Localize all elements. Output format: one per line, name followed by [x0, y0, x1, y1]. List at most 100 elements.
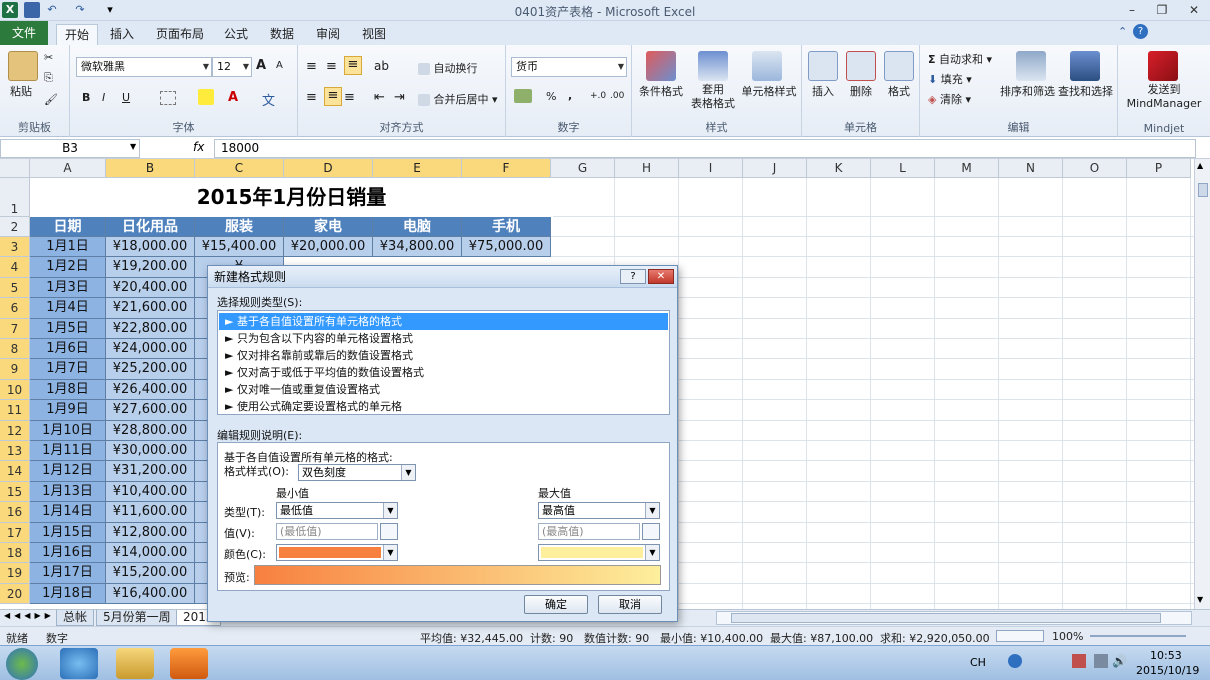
- close-button[interactable]: ✕: [1180, 0, 1208, 20]
- delete-cells-icon[interactable]: [846, 51, 876, 81]
- date-cell[interactable]: 1月11日: [30, 441, 106, 462]
- min-value-input[interactable]: (最低值): [276, 523, 378, 540]
- tab-insert[interactable]: 插入: [102, 24, 142, 45]
- column-header-e[interactable]: E: [373, 159, 462, 178]
- column-title-cell[interactable]: 日期: [30, 217, 106, 237]
- autosum-button[interactable]: Σ 自动求和 ▾: [928, 51, 992, 67]
- value-cell[interactable]: ¥24,000.00: [106, 339, 195, 360]
- row-header[interactable]: 10: [0, 379, 30, 401]
- row-header[interactable]: 15: [0, 481, 30, 503]
- align-right-icon[interactable]: ≡: [344, 90, 355, 105]
- grow-font-button[interactable]: A: [256, 58, 266, 73]
- column-header-g[interactable]: G: [551, 159, 615, 178]
- row-header[interactable]: 4: [0, 257, 30, 278]
- column-title-cell[interactable]: 服装: [195, 217, 284, 237]
- range-select-icon[interactable]: [380, 523, 398, 540]
- date-cell[interactable]: 1月9日: [30, 400, 106, 421]
- value-cell[interactable]: ¥11,600.00: [106, 502, 195, 523]
- date-cell[interactable]: 1月6日: [30, 339, 106, 360]
- date-cell[interactable]: 1月1日: [30, 237, 106, 258]
- column-header-d[interactable]: D: [284, 159, 373, 178]
- max-color-picker[interactable]: ▼: [538, 544, 660, 561]
- vertical-scrollbar[interactable]: ▲ ▼: [1194, 159, 1210, 609]
- column-header-i[interactable]: I: [679, 159, 743, 178]
- column-title-cell[interactable]: 日化用品: [106, 217, 195, 237]
- column-title-cell[interactable]: 手机: [462, 217, 551, 237]
- paste-icon[interactable]: [8, 51, 38, 81]
- mindmanager-icon[interactable]: [1148, 51, 1178, 81]
- tab-file[interactable]: 文件: [0, 21, 48, 45]
- rule-type-item[interactable]: ► 使用公式确定要设置格式的单元格: [219, 398, 668, 415]
- row-header[interactable]: 5: [0, 277, 30, 299]
- underline-button[interactable]: U: [122, 91, 130, 104]
- date-cell[interactable]: 1月5日: [30, 318, 106, 339]
- flag-tray-icon[interactable]: [1072, 654, 1086, 668]
- date-cell[interactable]: 1月2日: [30, 257, 106, 278]
- sort-filter-button[interactable]: 排序和筛选: [1000, 83, 1055, 99]
- cell-styles-icon[interactable]: [752, 51, 782, 81]
- row-header[interactable]: 13: [0, 441, 30, 462]
- date-cell[interactable]: 1月18日: [30, 583, 106, 605]
- max-type-combo[interactable]: 最高值 ▼: [538, 502, 660, 519]
- phonetic-button[interactable]: 文: [262, 90, 275, 109]
- decrease-decimal-icon[interactable]: .00: [610, 91, 624, 101]
- sheet-tab[interactable]: 5月份第一周: [96, 610, 178, 626]
- sheet-tab[interactable]: 总帐: [56, 610, 95, 626]
- copy-icon[interactable]: ⎘: [44, 71, 53, 85]
- value-cell[interactable]: ¥18,000.00: [106, 237, 195, 258]
- row-header[interactable]: 20: [0, 583, 30, 605]
- row-header[interactable]: 17: [0, 522, 30, 543]
- delete-cells-button[interactable]: 删除: [850, 83, 872, 99]
- send-to-mindmanager-button[interactable]: 发送到 MindManager: [1122, 83, 1206, 111]
- align-bottom-icon[interactable]: ≡: [344, 56, 362, 75]
- view-buttons[interactable]: [996, 630, 1044, 642]
- internet-explorer-icon[interactable]: [60, 648, 98, 679]
- value-cell[interactable]: ¥22,800.00: [106, 318, 195, 339]
- value-cell[interactable]: ¥21,600.00: [106, 298, 195, 319]
- column-title-cell[interactable]: 家电: [284, 217, 373, 237]
- column-header-b[interactable]: B: [106, 159, 195, 178]
- format-as-table-icon[interactable]: [698, 51, 728, 81]
- tab-home[interactable]: 开始: [56, 24, 99, 45]
- value-cell[interactable]: ¥20,400.00: [106, 277, 195, 299]
- tab-data[interactable]: 数据: [262, 24, 302, 45]
- tab-view[interactable]: 视图: [354, 24, 394, 45]
- value-cell[interactable]: ¥25,200.00: [106, 359, 195, 380]
- tab-review[interactable]: 审阅: [308, 24, 348, 45]
- align-center-icon[interactable]: ≡: [324, 87, 342, 106]
- merge-center-button[interactable]: 合并后居中 ▾: [418, 91, 498, 107]
- value-cell[interactable]: ¥20,000.00: [284, 237, 373, 258]
- accounting-format-icon[interactable]: [514, 89, 532, 103]
- insert-cells-icon[interactable]: [808, 51, 838, 81]
- chevron-down-icon[interactable]: ▼: [130, 142, 136, 151]
- horizontal-scrollbar[interactable]: [716, 611, 1192, 625]
- column-header-h[interactable]: H: [615, 159, 679, 178]
- conditional-format-button[interactable]: 条件格式: [638, 83, 684, 99]
- date-cell[interactable]: 1月14日: [30, 502, 106, 523]
- date-cell[interactable]: 1月7日: [30, 359, 106, 380]
- comma-button[interactable]: ,: [568, 89, 572, 102]
- clock-time[interactable]: 10:53: [1150, 649, 1182, 662]
- value-cell[interactable]: ¥16,400.00: [106, 583, 195, 605]
- scroll-thumb[interactable]: [1198, 183, 1208, 197]
- value-cell[interactable]: ¥28,800.00: [106, 420, 195, 441]
- sheet-title-cell[interactable]: 2015年1月份日销量: [30, 178, 553, 217]
- align-left-icon[interactable]: ≡: [306, 90, 317, 105]
- align-top-icon[interactable]: ≡: [306, 59, 317, 74]
- value-cell[interactable]: ¥15,400.00: [195, 237, 284, 258]
- dialog-help-button[interactable]: ?: [620, 269, 646, 284]
- formula-input[interactable]: 18000: [214, 139, 1196, 158]
- scroll-up-icon[interactable]: ▲: [1197, 161, 1203, 170]
- rule-type-item[interactable]: ► 仅对高于或低于平均值的数值设置格式: [219, 364, 668, 381]
- row-header[interactable]: 12: [0, 420, 30, 441]
- date-cell[interactable]: 1月12日: [30, 461, 106, 482]
- row-header[interactable]: 14: [0, 461, 30, 482]
- zoom-level[interactable]: 100%: [1052, 630, 1083, 643]
- column-header-l[interactable]: L: [871, 159, 935, 178]
- rule-type-item[interactable]: ► 仅对排名靠前或靠后的数值设置格式: [219, 347, 668, 364]
- insert-function-button[interactable]: fx: [193, 140, 204, 154]
- column-header-k[interactable]: K: [807, 159, 871, 178]
- font-color-button[interactable]: A: [228, 90, 238, 105]
- bold-button[interactable]: B: [82, 91, 90, 104]
- value-cell[interactable]: ¥15,200.00: [106, 563, 195, 584]
